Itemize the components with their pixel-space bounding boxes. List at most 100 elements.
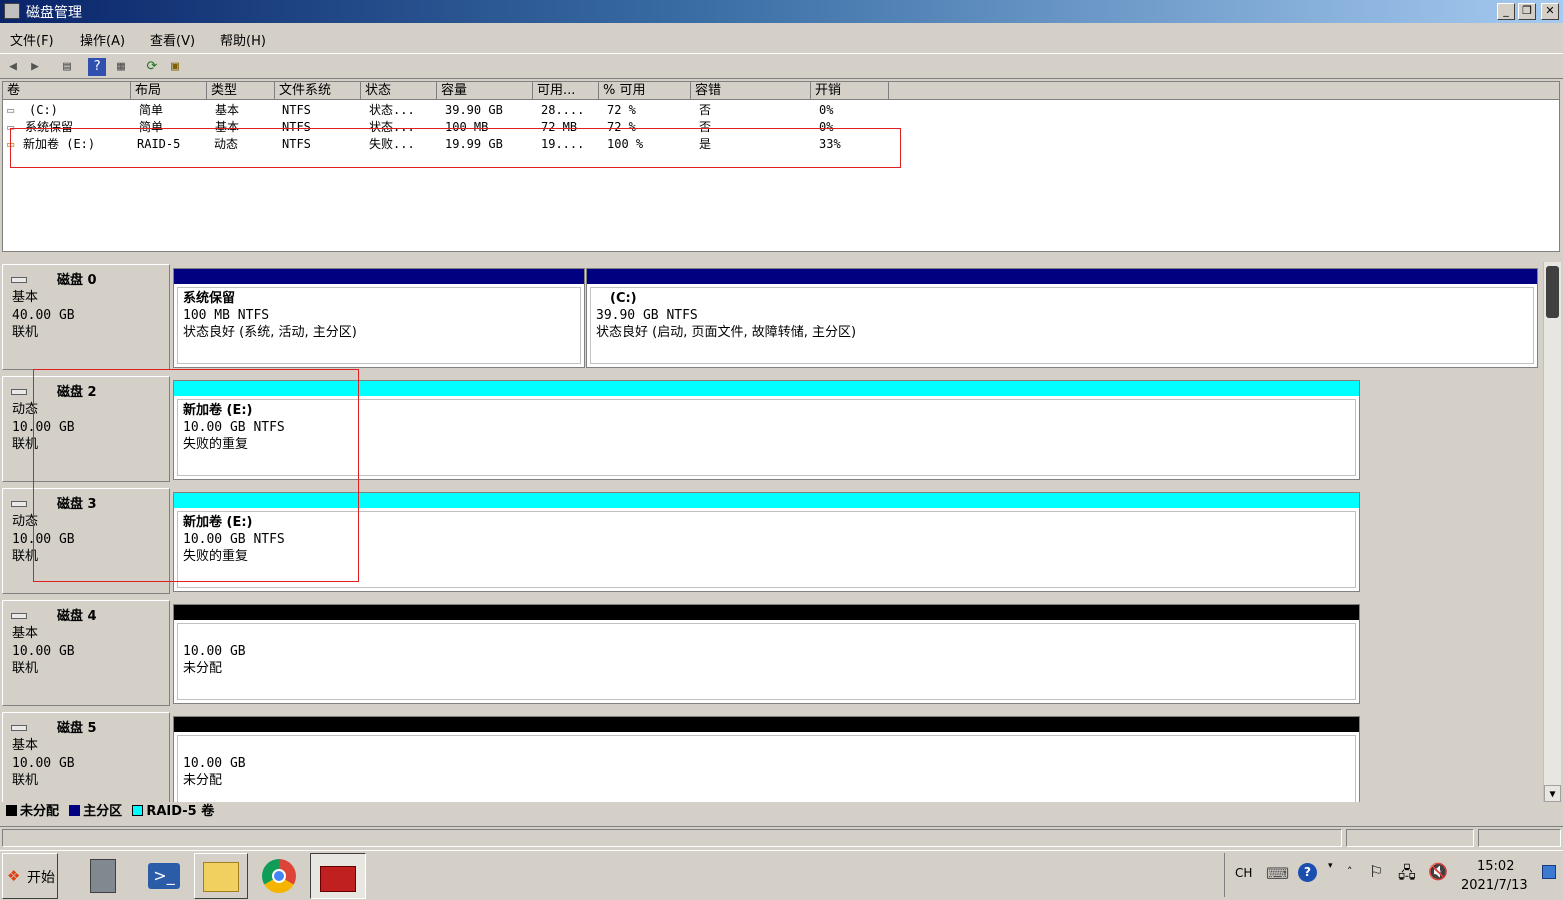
volume-status: 状态... [369,120,415,134]
partition-status: 状态良好 (系统, 活动, 主分区) [183,325,357,340]
disk-view: 磁盘 0 基本 40.00 GB 联机 系统保留 100 MB NTFS 状态良… [0,262,1543,802]
col-type[interactable]: 类型 [207,82,275,100]
keyboard-icon[interactable]: ⌨ [1266,864,1289,883]
partition-body: (C:) 39.90 GB NTFS 状态良好 (启动, 页面文件, 故障转储,… [590,287,1534,364]
disk-title: 磁盘 4 [57,609,97,624]
pane-splitter[interactable] [0,252,1563,262]
taskbar: ❖ 开始 >_ CH ⌨ ? ▾ ˄ ⚐ 🖧 🔇 15:02 2021/7/13 [0,850,1563,900]
partition-c[interactable]: (C:) 39.90 GB NTFS 状态良好 (启动, 页面文件, 故障转储,… [586,268,1538,368]
volume-name: (C:) [29,103,58,117]
volume-free: 72 MB [541,120,578,134]
show-desktop-icon[interactable] [1542,865,1556,879]
volume-overhead: 0% [819,120,834,134]
clock-date[interactable]: 2021/7/13 [1461,878,1528,893]
partition-status: 未分配 [183,773,223,788]
menu-help[interactable]: 帮助(H) [220,30,266,49]
partition-size: 10.00 GB NTFS [183,532,285,547]
partition-unallocated[interactable]: 10.00 GB 未分配 [173,604,1360,704]
menu-file[interactable]: 文件(F) [10,30,54,49]
server-manager-icon[interactable] [78,853,132,899]
col-volume[interactable]: 卷 [3,82,131,100]
language-indicator[interactable]: CH [1235,866,1252,880]
partition-size: 10.00 GB NTFS [183,420,285,435]
minimize-button[interactable]: _ [1497,3,1515,20]
help-icon[interactable]: ? [88,58,106,76]
toolbar: ◀ ▶ ▤ ? ▦ ⟳ ▣ [0,53,1563,79]
partition-color-bar [174,269,584,284]
disk-row-0: 磁盘 0 基本 40.00 GB 联机 系统保留 100 MB NTFS 状态良… [0,264,1543,372]
disk-kind: 基本 [12,738,39,753]
properties-icon[interactable]: ▦ [112,58,130,76]
start-button[interactable]: ❖ 开始 [2,853,58,899]
rescan-disks-icon[interactable]: ▣ [166,58,184,76]
partition-e[interactable]: 新加卷 (E:) 10.00 GB NTFS 失败的重复 [173,380,1360,480]
legend-primary: 主分区 [83,804,123,819]
ime-options-icon[interactable]: ▾ [1328,861,1333,871]
chrome-icon[interactable] [252,853,306,899]
disk-label[interactable]: 磁盘 5 基本 10.00 GB 联机 [2,712,170,802]
volume-free: 19.... [541,137,585,151]
col-layout[interactable]: 布局 [131,82,207,100]
disk-state: 联机 [12,437,39,452]
volume-name: 系统保留 [25,120,74,134]
disk-view-scrollbar[interactable]: ▼ [1543,262,1561,802]
partition-e[interactable]: 新加卷 (E:) 10.00 GB NTFS 失败的重复 [173,492,1360,592]
volume-layout: 简单 [139,120,164,134]
partition-name: 新加卷 (E:) [183,403,253,418]
disk-label[interactable]: 磁盘 2 动态 10.00 GB 联机 [2,376,170,482]
partition-system-reserved[interactable]: 系统保留 100 MB NTFS 状态良好 (系统, 活动, 主分区) [173,268,585,368]
volume-muted-icon[interactable]: 🔇 [1428,862,1448,881]
disk-label[interactable]: 磁盘 4 基本 10.00 GB 联机 [2,600,170,706]
refresh-icon[interactable]: ⟳ [143,58,161,76]
partition-body: 新加卷 (E:) 10.00 GB NTFS 失败的重复 [177,511,1356,588]
help-tray-icon[interactable]: ? [1298,863,1317,882]
disk-kind: 基本 [12,290,39,305]
col-free[interactable]: 可用... [533,82,599,100]
menu-bar: 文件(F) 操作(A) 查看(V) 帮助(H) [0,26,1563,50]
back-icon[interactable]: ◀ [4,58,22,76]
volume-capacity: 19.99 GB [445,137,503,151]
disk-title: 磁盘 0 [57,273,97,288]
disk-icon [11,389,27,395]
partition-name: 新加卷 (E:) [183,515,253,530]
disk-label[interactable]: 磁盘 0 基本 40.00 GB 联机 [2,264,170,370]
tray-divider [1224,853,1225,897]
partition-status: 未分配 [183,661,223,676]
partition-size: 10.00 GB [183,644,246,659]
action-center-flag-icon[interactable]: ⚐ [1369,862,1383,881]
computer-management-icon[interactable] [310,853,366,899]
disk-kind: 动态 [12,402,39,417]
partition-status: 状态良好 (启动, 页面文件, 故障转储, 主分区) [596,325,857,340]
legend-raid5: RAID-5 卷 [146,804,215,819]
close-button[interactable]: ✕ [1541,3,1559,20]
warning-drive-icon: ▭ [7,137,15,151]
col-percent-free[interactable]: % 可用 [599,82,691,100]
clock-time[interactable]: 15:02 [1477,859,1514,874]
partition-body: 系统保留 100 MB NTFS 状态良好 (系统, 活动, 主分区) [177,287,581,364]
partition-unallocated[interactable]: 10.00 GB 未分配 [173,716,1360,802]
legend-swatch-primary [69,805,81,816]
powershell-icon[interactable]: >_ [138,853,192,899]
col-filesystem[interactable]: 文件系统 [275,82,361,100]
scrollbar-thumb[interactable] [1546,266,1559,318]
col-capacity[interactable]: 容量 [437,82,533,100]
drive-icon: ▭ [7,120,15,134]
col-fault-tolerance[interactable]: 容错 [691,82,811,100]
volume-layout: 简单 [139,103,164,117]
forward-icon[interactable]: ▶ [26,58,44,76]
volume-type: 基本 [215,103,240,117]
partition-name [183,738,1350,755]
disk-label[interactable]: 磁盘 3 动态 10.00 GB 联机 [2,488,170,594]
menu-action[interactable]: 操作(A) [80,30,125,49]
disk-row-5: 磁盘 5 基本 10.00 GB 联机 10.00 GB 未分配 [0,712,1543,802]
network-icon[interactable]: 🖧 [1398,862,1416,889]
restore-button[interactable]: ❐ [1518,3,1536,20]
explorer-icon[interactable] [194,853,248,899]
show-hide-console-icon[interactable]: ▤ [58,58,76,76]
menu-view[interactable]: 查看(V) [150,30,195,49]
show-hidden-icons-icon[interactable]: ˄ [1347,865,1353,878]
legend: 未分配 主分区 RAID-5 卷 [0,802,1563,822]
col-status[interactable]: 状态 [361,82,437,100]
col-overhead[interactable]: 开销 [811,82,889,100]
scroll-down-icon[interactable]: ▼ [1544,785,1561,802]
